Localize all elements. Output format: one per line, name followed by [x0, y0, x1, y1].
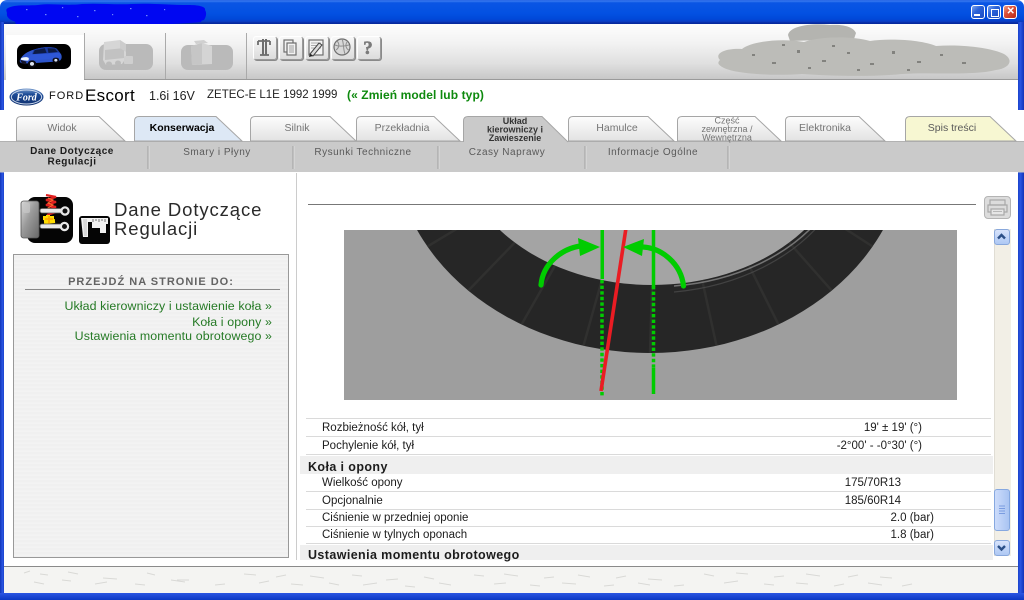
svg-text:Wewnętrzna: Wewnętrzna [702, 133, 752, 143]
svg-text:Przekładnia: Przekładnia [375, 122, 430, 134]
svg-text:Informacje Ogólne: Informacje Ogólne [608, 147, 698, 158]
svg-text:Ford: Ford [15, 93, 38, 104]
svg-text:Widok: Widok [47, 122, 77, 134]
svg-text:Czasy Naprawy: Czasy Naprawy [469, 147, 546, 158]
svg-text:Silnik: Silnik [284, 122, 310, 134]
svg-text:Spis treści: Spis treści [928, 122, 976, 134]
svg-text:Elektronika: Elektronika [799, 122, 851, 134]
svg-text:Rysunki Techniczne: Rysunki Techniczne [314, 147, 411, 158]
svg-text:Hamulce: Hamulce [596, 122, 638, 134]
svg-text:Konserwacja: Konserwacja [150, 122, 215, 134]
svg-text:Regulacji: Regulacji [48, 157, 97, 168]
svg-text:Zawieszenie: Zawieszenie [489, 133, 542, 143]
svg-text:Dane Dotyczące: Dane Dotyczące [30, 146, 114, 157]
svg-text:Smary i Płyny: Smary i Płyny [183, 147, 251, 158]
svg-text:?: ? [363, 38, 373, 59]
